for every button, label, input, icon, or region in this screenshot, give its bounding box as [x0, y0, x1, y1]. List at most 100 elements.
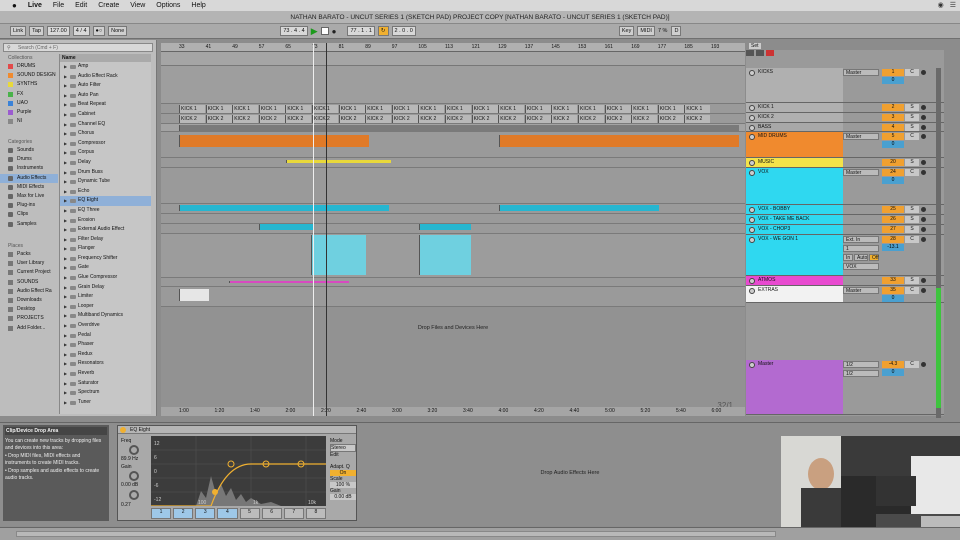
- track-fold-icon[interactable]: [749, 217, 755, 223]
- midi-clip[interactable]: KICK 1: [365, 105, 392, 113]
- expand-arrow-icon[interactable]: ▶: [64, 369, 67, 379]
- record-status-icon[interactable]: ◉: [938, 1, 944, 9]
- record-arm-icon[interactable]: [921, 237, 926, 242]
- track-fold-icon[interactable]: [749, 125, 755, 131]
- expand-arrow-icon[interactable]: ▶: [64, 139, 67, 149]
- track-fold-icon[interactable]: [749, 170, 755, 176]
- track-volume[interactable]: 26: [882, 216, 904, 223]
- browser-item[interactable]: ▶ Dynamic Tube: [60, 177, 151, 187]
- browser-item[interactable]: ▶ Pedal: [60, 331, 151, 341]
- midi-clip[interactable]: KICK 2: [604, 115, 631, 123]
- browser-item[interactable]: ▶ Limiter: [60, 292, 151, 302]
- gain-knob[interactable]: [129, 471, 139, 481]
- expand-arrow-icon[interactable]: ▶: [64, 273, 67, 283]
- track-lane[interactable]: [161, 66, 745, 104]
- track-volume[interactable]: 3: [882, 114, 904, 121]
- eq-band-button[interactable]: 8: [305, 508, 326, 519]
- vox-bobby-clip[interactable]: [499, 205, 659, 211]
- midi-clip[interactable]: KICK 2: [232, 115, 259, 123]
- mixer-track[interactable]: VOX - WE GON 1 Ext. In 1 In Auto Off VOX 28 -13.…: [746, 235, 944, 276]
- midi-clip[interactable]: KICK 1: [285, 105, 312, 113]
- track-fold-icon[interactable]: [749, 227, 755, 233]
- browser-item[interactable]: ▶ Audio Effect Rack: [60, 72, 151, 82]
- eq-band-button[interactable]: 5: [239, 508, 260, 519]
- midi-clip[interactable]: KICK 1: [657, 105, 684, 113]
- freq-value[interactable]: 89.9 Hz: [121, 456, 147, 462]
- beat-ruler[interactable]: 33 41 49 57 65 73 81 89 97 105 113 121 129 137 145 153 1…: [161, 43, 745, 52]
- midi-clip[interactable]: KICK 2: [285, 115, 312, 123]
- drop-files-area[interactable]: Drop Files and Devices Here: [161, 288, 745, 408]
- midi-clip[interactable]: KICK 2: [684, 115, 711, 123]
- midi-clip[interactable]: KICK 1: [471, 105, 498, 113]
- tap-button[interactable]: Tap: [29, 26, 44, 36]
- search-input[interactable]: ⚲ Search (Cmd + F): [3, 43, 153, 52]
- device-power-icon[interactable]: [120, 427, 126, 433]
- browser-item[interactable]: ▶ Amp: [60, 62, 151, 72]
- midi-clip[interactable]: KICK 2: [258, 115, 285, 123]
- expand-arrow-icon[interactable]: ▶: [64, 359, 67, 369]
- midi-clip[interactable]: KICK 1: [498, 105, 525, 113]
- midi-clip[interactable]: KICK 1: [551, 105, 578, 113]
- browser-item[interactable]: ▶ Multiband Dynamics: [60, 311, 151, 321]
- category-item[interactable]: Instruments: [0, 164, 58, 173]
- midi-clip[interactable]: KICK 2: [498, 115, 525, 123]
- q-value[interactable]: 0.27: [121, 502, 147, 508]
- fold-icon[interactable]: [756, 50, 764, 56]
- midi-clip[interactable]: KICK 2: [418, 115, 445, 123]
- track-lane[interactable]: [161, 158, 745, 168]
- collection-item[interactable]: SYNTHS: [0, 80, 58, 89]
- mixer-track[interactable]: KICKS Master 1 0 C: [746, 68, 944, 103]
- arrow-icon[interactable]: [746, 50, 754, 56]
- solo-button[interactable]: C: [905, 169, 919, 176]
- music-clip[interactable]: [286, 160, 391, 163]
- solo-button[interactable]: S: [905, 114, 919, 121]
- time-ruler[interactable]: 1:001:201:402:002:202:403:003:203:404:00…: [161, 407, 792, 416]
- expand-arrow-icon[interactable]: ▶: [64, 398, 67, 408]
- place-item[interactable]: SOUNDS: [0, 278, 58, 287]
- solo-button[interactable]: S: [905, 226, 919, 233]
- track-fold-icon[interactable]: [749, 288, 755, 294]
- track-volume[interactable]: 4: [882, 124, 904, 131]
- midi-clip[interactable]: KICK 1: [445, 105, 471, 113]
- quantize-menu[interactable]: None: [108, 26, 128, 36]
- mixer-track[interactable]: Master 1/2 1/2 -4.3 0 C: [746, 360, 944, 415]
- record-icon[interactable]: ●: [332, 27, 337, 36]
- track-pan[interactable]: 0: [882, 369, 904, 376]
- output-channel-menu[interactable]: VOX: [843, 263, 879, 270]
- midi-clip[interactable]: KICK 1: [684, 105, 711, 113]
- eq-band-button[interactable]: 7: [283, 508, 304, 519]
- track-fold-icon[interactable]: [749, 105, 755, 111]
- place-item[interactable]: Current Project: [0, 268, 58, 277]
- record-arm-icon[interactable]: [921, 134, 926, 139]
- record-arm-icon[interactable]: [921, 105, 926, 110]
- play-icon[interactable]: ▶: [311, 26, 318, 37]
- output-routing-menu-2[interactable]: 1/2: [843, 370, 879, 377]
- tempo-field[interactable]: 127.00: [46, 26, 70, 36]
- track-pan[interactable]: 0: [882, 141, 904, 148]
- record-arm-icon[interactable]: [921, 160, 926, 165]
- mid-drums-clip[interactable]: [499, 135, 739, 147]
- track-name-area[interactable]: KICK 2: [746, 113, 843, 122]
- place-item[interactable]: Audio Effect Ra: [0, 287, 58, 296]
- track-volume[interactable]: 20: [882, 159, 904, 166]
- track-name-area[interactable]: MID DRUMS: [746, 132, 843, 157]
- mixer-track[interactable]: VOX - CHOP3 27 S: [746, 225, 944, 235]
- expand-arrow-icon[interactable]: ▶: [64, 100, 67, 110]
- track-volume[interactable]: 5: [882, 133, 904, 140]
- category-item[interactable]: Plug-ins: [0, 201, 58, 210]
- category-item[interactable]: Max for Live: [0, 192, 58, 201]
- record-arm-icon[interactable]: [921, 288, 926, 293]
- midi-clip[interactable]: KICK 2: [471, 115, 498, 123]
- vox-chop-clip[interactable]: [419, 224, 471, 230]
- midi-clip[interactable]: KICK 1: [258, 105, 285, 113]
- menu-extras-icon[interactable]: ☰: [950, 1, 956, 9]
- track-name-area[interactable]: VOX - BOBBY: [746, 205, 843, 214]
- midi-clip[interactable]: KICK 1: [232, 105, 259, 113]
- metronome-icon[interactable]: ●○: [92, 26, 106, 36]
- output-routing-menu[interactable]: Master: [843, 287, 879, 294]
- output-routing-menu[interactable]: Ext. In: [843, 236, 879, 243]
- collection-item[interactable]: NI: [0, 117, 58, 126]
- track-fold-icon[interactable]: [749, 70, 755, 76]
- midi-clip[interactable]: KICK 2: [524, 115, 551, 123]
- expand-arrow-icon[interactable]: ▶: [64, 129, 67, 139]
